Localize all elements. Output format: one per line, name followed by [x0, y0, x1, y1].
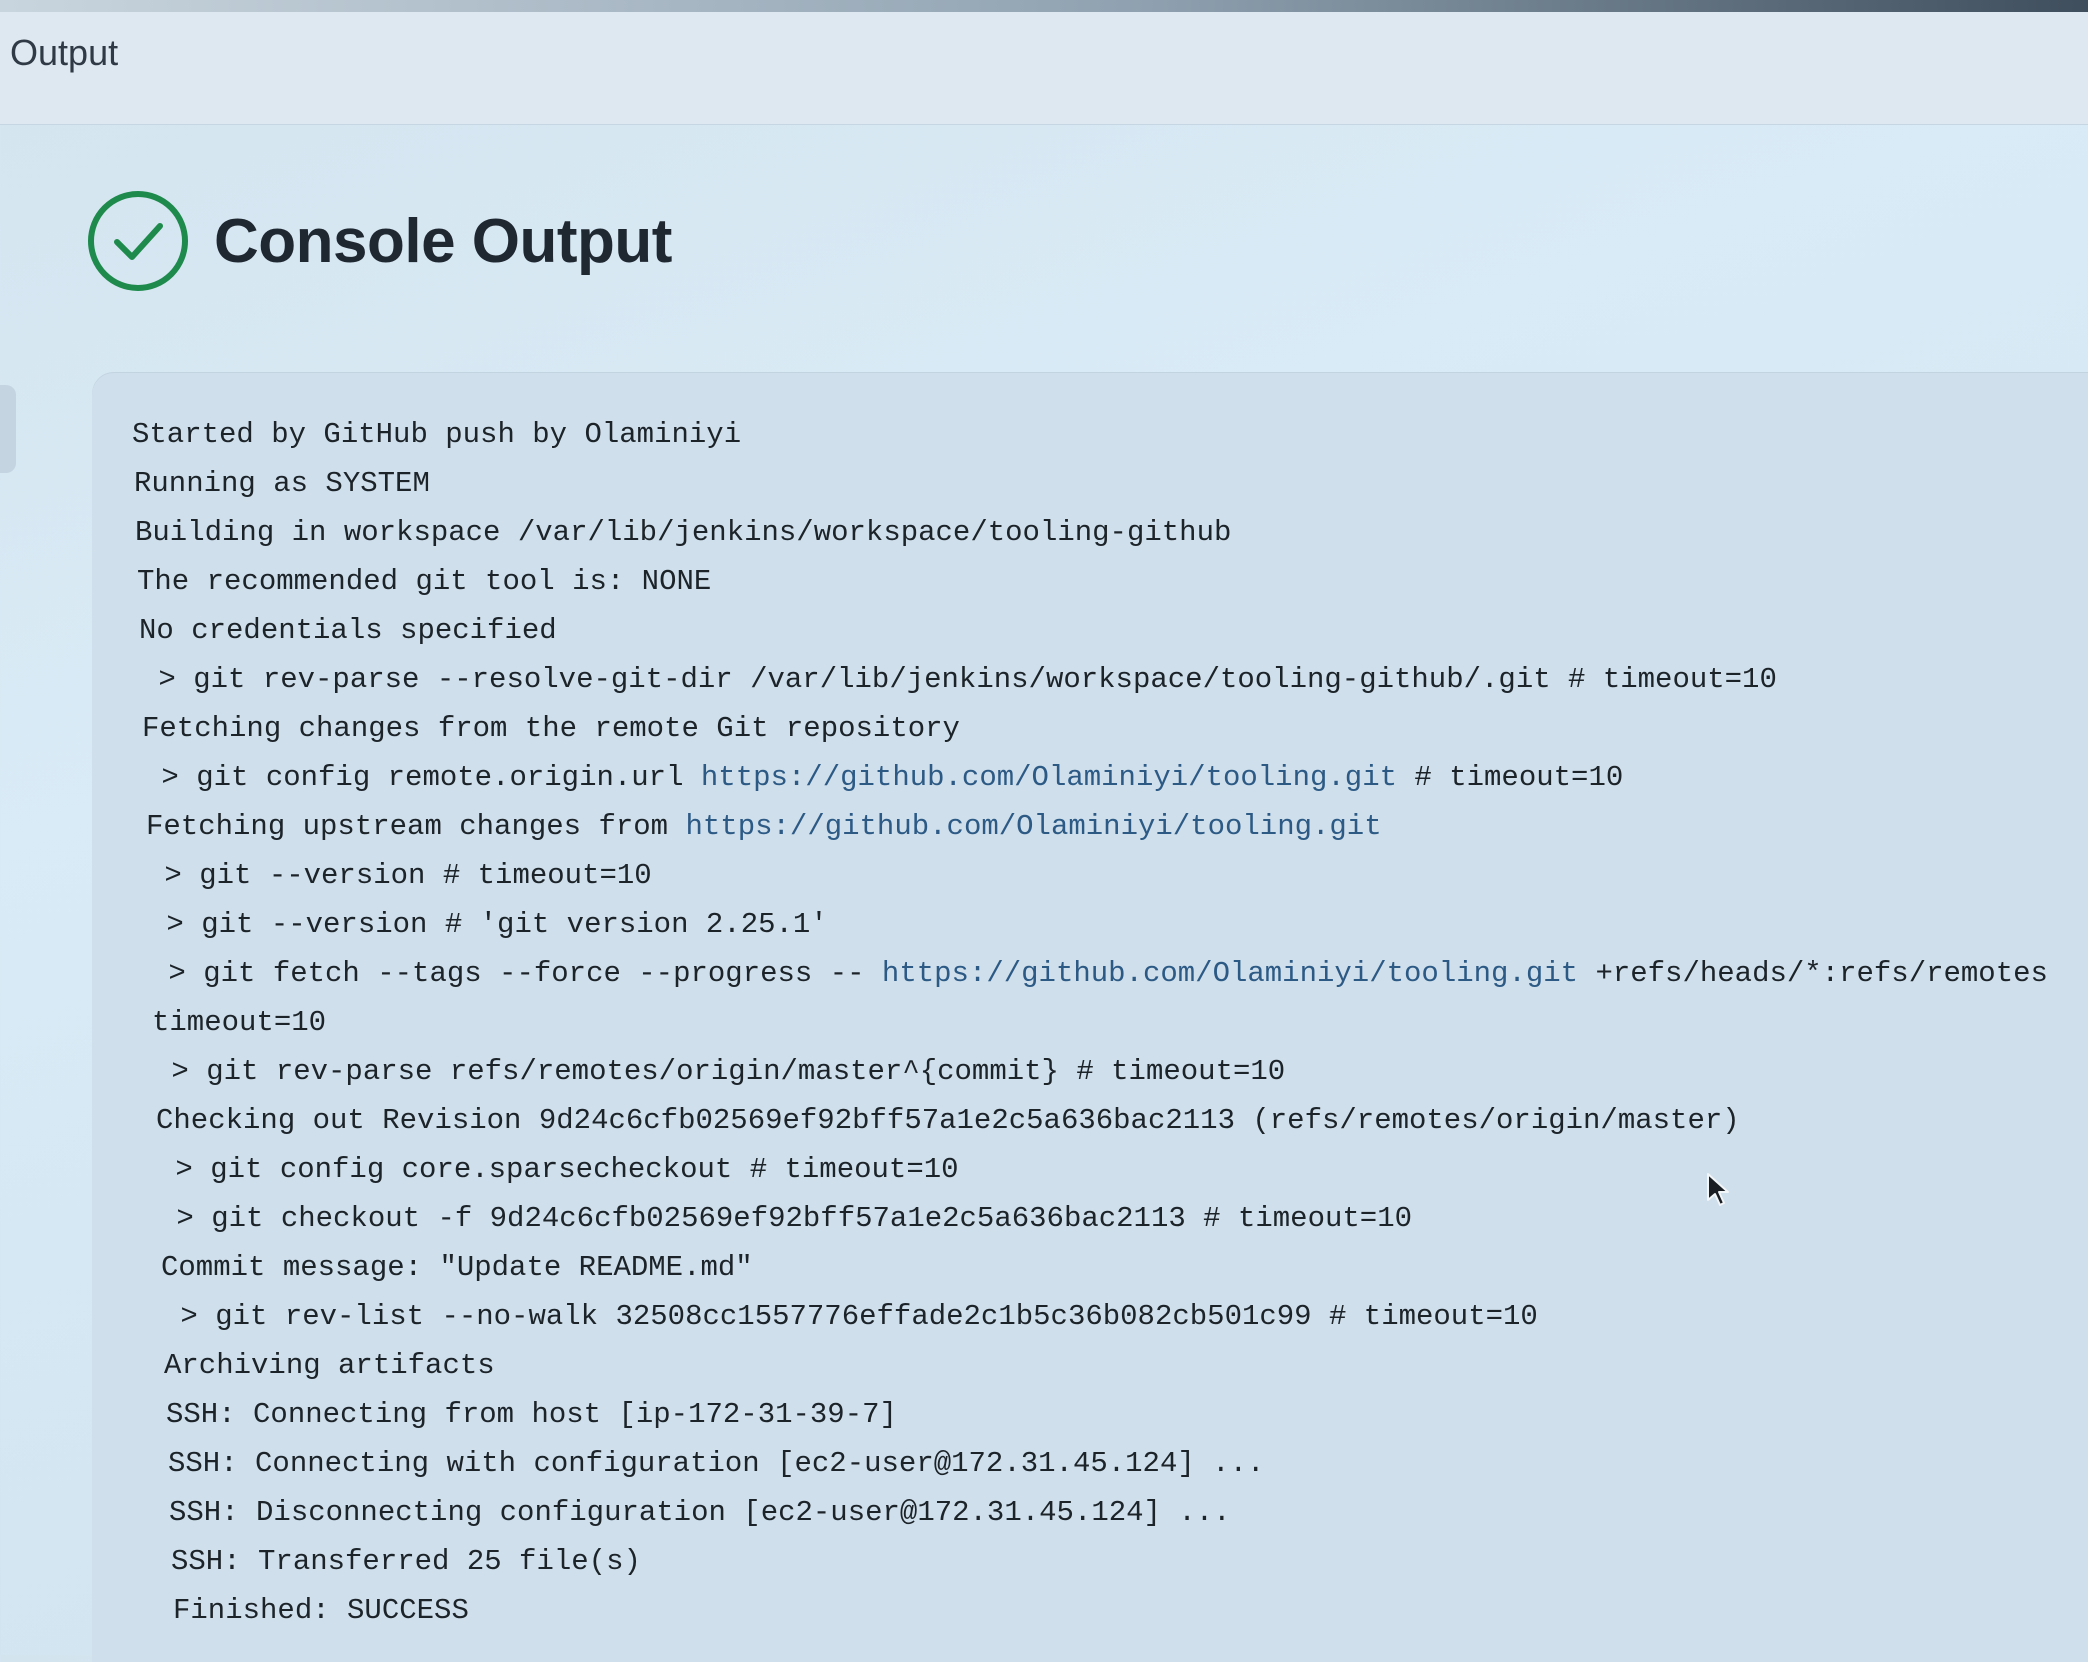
console-text: Archiving artifacts: [164, 1349, 495, 1382]
console-line: > git checkout -f 9d24c6cfb02569ef92bff5…: [132, 1194, 2082, 1243]
console-line: > git --version # timeout=10: [132, 851, 2082, 900]
console-line: > git rev-parse refs/remotes/origin/mast…: [132, 1047, 2082, 1096]
breadcrumb-bar: le Output: [0, 12, 2088, 125]
console-line: Checking out Revision 9d24c6cfb02569ef92…: [132, 1096, 2082, 1145]
console-line: Commit message: "Update README.md": [132, 1243, 2082, 1292]
console-text: Running as SYSTEM: [134, 467, 430, 500]
console-text: No credentials specified: [139, 614, 557, 647]
page-header: Console Output: [86, 186, 672, 296]
console-log: Started by GitHub push by Olaminiyi Runni…: [132, 410, 2082, 1635]
console-text: Finished: SUCCESS: [173, 1594, 469, 1627]
console-line: Archiving artifacts: [132, 1341, 2082, 1390]
console-text: SSH: Connecting from host [ip-172-31-39-…: [166, 1398, 897, 1431]
console-text: > git rev-parse refs/remotes/origin/mast…: [154, 1055, 1286, 1088]
console-line: Building in workspace /var/lib/jenkins/w…: [132, 508, 2082, 557]
console-text: > git rev-parse --resolve-git-dir /var/l…: [141, 663, 1777, 696]
console-line: Started by GitHub push by Olaminiyi: [132, 410, 2082, 459]
console-text: timeout=10: [152, 1006, 327, 1039]
console-text: SSH: Connecting with configuration [ec2-…: [168, 1447, 1265, 1480]
console-text: > git checkout -f 9d24c6cfb02569ef92bff5…: [159, 1202, 1413, 1235]
console-line: Fetching upstream changes from https://g…: [132, 802, 2082, 851]
console-text: Commit message: "Update README.md": [161, 1251, 753, 1284]
console-text: SSH: Transferred 25 file(s): [171, 1545, 641, 1578]
console-text: # timeout=10: [1397, 761, 1624, 794]
console-line: > git rev-list --no-walk 32508cc1557776e…: [132, 1292, 2082, 1341]
console-text: Building in workspace /var/lib/jenkins/w…: [135, 516, 1232, 549]
console-text: Started by GitHub push by Olaminiyi: [132, 418, 742, 451]
mouse-cursor-icon: [1707, 1173, 1729, 1206]
page-title: Console Output: [214, 206, 672, 276]
console-text: +refs/heads/*:refs/remotes: [1578, 957, 2048, 990]
side-panel-tab[interactable]: [0, 385, 16, 473]
console-line: > git config remote.origin.url https://g…: [132, 753, 2082, 802]
console-line: SSH: Transferred 25 file(s): [132, 1537, 2082, 1586]
console-text: > git --version # timeout=10: [147, 859, 652, 892]
console-line: > git --version # 'git version 2.25.1': [132, 900, 2082, 949]
console-line: > git rev-parse --resolve-git-dir /var/l…: [132, 655, 2082, 704]
console-text: SSH: Disconnecting configuration [ec2-us…: [169, 1496, 1231, 1529]
console-line: SSH: Disconnecting configuration [ec2-us…: [132, 1488, 2082, 1537]
success-check-circle-icon: [88, 191, 188, 291]
console-line: Running as SYSTEM: [132, 459, 2082, 508]
console-line: timeout=10: [132, 998, 2082, 1047]
console-line: SSH: Connecting with configuration [ec2-…: [132, 1439, 2082, 1488]
repo-link[interactable]: https://github.com/Olaminiyi/tooling.git: [686, 810, 1382, 843]
console-text: Fetching upstream changes from: [146, 810, 686, 843]
console-line: Finished: SUCCESS: [132, 1586, 2082, 1635]
console-output-panel: Started by GitHub push by Olaminiyi Runni…: [92, 372, 2088, 1662]
repo-link[interactable]: https://github.com/Olaminiyi/tooling.git: [882, 957, 1578, 990]
console-line: > git config core.sparsecheckout # timeo…: [132, 1145, 2082, 1194]
console-line: The recommended git tool is: NONE: [132, 557, 2082, 606]
console-text: > git config remote.origin.url: [144, 761, 701, 794]
console-line: > git fetch --tags --force --progress --…: [132, 949, 2082, 998]
console-text: Checking out Revision 9d24c6cfb02569ef92…: [156, 1104, 1740, 1137]
console-line: No credentials specified: [132, 606, 2082, 655]
console-text: > git config core.sparsecheckout # timeo…: [158, 1153, 959, 1186]
console-text: > git fetch --tags --force --progress --: [151, 957, 882, 990]
console-text: The recommended git tool is: NONE: [137, 565, 712, 598]
console-line: SSH: Connecting from host [ip-172-31-39-…: [132, 1390, 2082, 1439]
repo-link[interactable]: https://github.com/Olaminiyi/tooling.git: [701, 761, 1397, 794]
console-line: Fetching changes from the remote Git rep…: [132, 704, 2082, 753]
console-text: > git --version # 'git version 2.25.1': [149, 908, 828, 941]
breadcrumb-current[interactable]: le Output: [0, 32, 118, 74]
console-text: > git rev-list --no-walk 32508cc1557776e…: [163, 1300, 1538, 1333]
console-text: Fetching changes from the remote Git rep…: [142, 712, 960, 745]
